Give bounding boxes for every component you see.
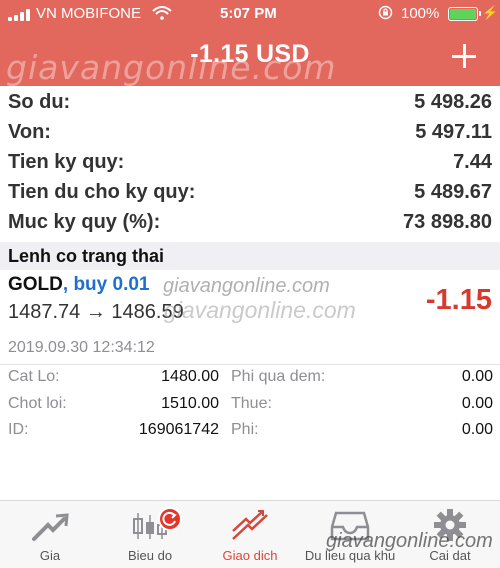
position-profit: -1.15: [425, 284, 492, 316]
tab-bar: Gia Bieu do Giao dich Du lieu qua khu Ca…: [0, 500, 500, 568]
summary-row-free-margin: Tien du cho ky quy: 5 489.67: [0, 176, 500, 206]
commission-label: Phi:: [231, 421, 259, 438]
symbol-name: GOLD: [8, 274, 63, 295]
position-symbol: GOLD, buy 0.01: [8, 274, 150, 296]
stop-loss-value: 1480.00: [161, 368, 219, 385]
signal-icon: [8, 9, 32, 21]
tab-label: Gia: [39, 548, 61, 563]
stop-loss-label: Cat Lo:: [8, 368, 60, 385]
tab-label: Du lieu qua khu: [304, 548, 396, 563]
section-title: Lenh co trang thai: [8, 246, 165, 266]
position-side: , buy 0.01: [62, 274, 150, 295]
watermark: giavangonline.com: [164, 297, 356, 323]
carrier-name: VN MOBIFONE: [36, 5, 142, 22]
summary-value: 73 898.80: [403, 211, 492, 233]
gear-icon: [434, 509, 466, 541]
tab-chart[interactable]: Bieu do: [100, 501, 200, 568]
order-id-value: 169061742: [138, 421, 219, 438]
divider: [0, 364, 500, 365]
summary-label: So du:: [8, 91, 71, 113]
summary-value: 5 489.67: [414, 181, 492, 203]
trend-icon: [232, 510, 268, 540]
summary-row-balance: So du: 5 498.26: [0, 86, 500, 116]
tab-label: Bieu do: [127, 548, 173, 563]
summary-row-equity: Von: 5 497.11: [0, 116, 500, 146]
position-open-time: 2019.09.30 12:34:12: [8, 339, 155, 356]
account-summary: So du: 5 498.26 Von: 5 497.11 Tien ky qu…: [0, 86, 500, 236]
watermark: giavangonline.com: [163, 275, 330, 297]
inbox-icon: [330, 511, 370, 541]
chart-arrow-icon: [32, 513, 69, 541]
position-item[interactable]: GOLD, buy 0.01 1487.74 → 1486.59 giavang…: [0, 270, 500, 500]
charging-icon: ⚡: [482, 5, 499, 20]
swap-label: Phi qua dem:: [231, 368, 326, 385]
section-header-open-orders: Lenh co trang thai: [0, 242, 500, 270]
tab-label: Cai dat: [429, 548, 471, 563]
header-bar: VN MOBIFONE 5:07 PM 100% ⚡ giavangonline…: [0, 0, 500, 87]
status-bar: VN MOBIFONE 5:07 PM 100% ⚡: [0, 0, 500, 28]
swap-value: 0.00: [461, 368, 493, 385]
summary-label: Von:: [8, 121, 51, 143]
tax-label: Thue:: [231, 395, 272, 412]
refresh-badge-icon: [158, 507, 182, 531]
tab-label: Giao dich: [222, 548, 278, 563]
tab-history[interactable]: Du lieu qua khu: [300, 501, 400, 568]
summary-row-margin-level: Muc ky quy (%): 73 898.80: [0, 206, 500, 236]
rotation-lock-icon: [378, 5, 393, 20]
wifi-icon: [152, 6, 172, 20]
order-id-label: ID:: [8, 421, 29, 438]
take-profit-label: Chot loi:: [8, 395, 67, 412]
take-profit-value: 1510.00: [161, 395, 219, 412]
tab-trade[interactable]: Giao dich: [200, 501, 300, 568]
battery-percent: 100%: [401, 5, 440, 22]
summary-label: Tien du cho ky quy:: [8, 181, 196, 203]
summary-value: 5 498.26: [414, 91, 492, 113]
summary-value: 7.44: [453, 151, 492, 173]
tab-settings[interactable]: Cai dat: [400, 501, 500, 568]
add-order-button[interactable]: [448, 38, 480, 72]
tax-value: 0.00: [461, 395, 493, 412]
position-prices: 1487.74 → 1486.59: [8, 301, 184, 323]
tab-quotes[interactable]: Gia: [0, 501, 100, 568]
summary-value: 5 497.11: [415, 121, 492, 143]
commission-value: 0.00: [461, 421, 493, 438]
summary-label: Muc ky quy (%):: [8, 211, 161, 233]
summary-label: Tien ky quy:: [8, 151, 125, 173]
summary-row-margin: Tien ky quy: 7.44: [0, 146, 500, 176]
page-title: -1.15 USD: [190, 40, 310, 68]
battery-icon: [448, 7, 481, 21]
clock: 5:07 PM: [220, 5, 277, 22]
